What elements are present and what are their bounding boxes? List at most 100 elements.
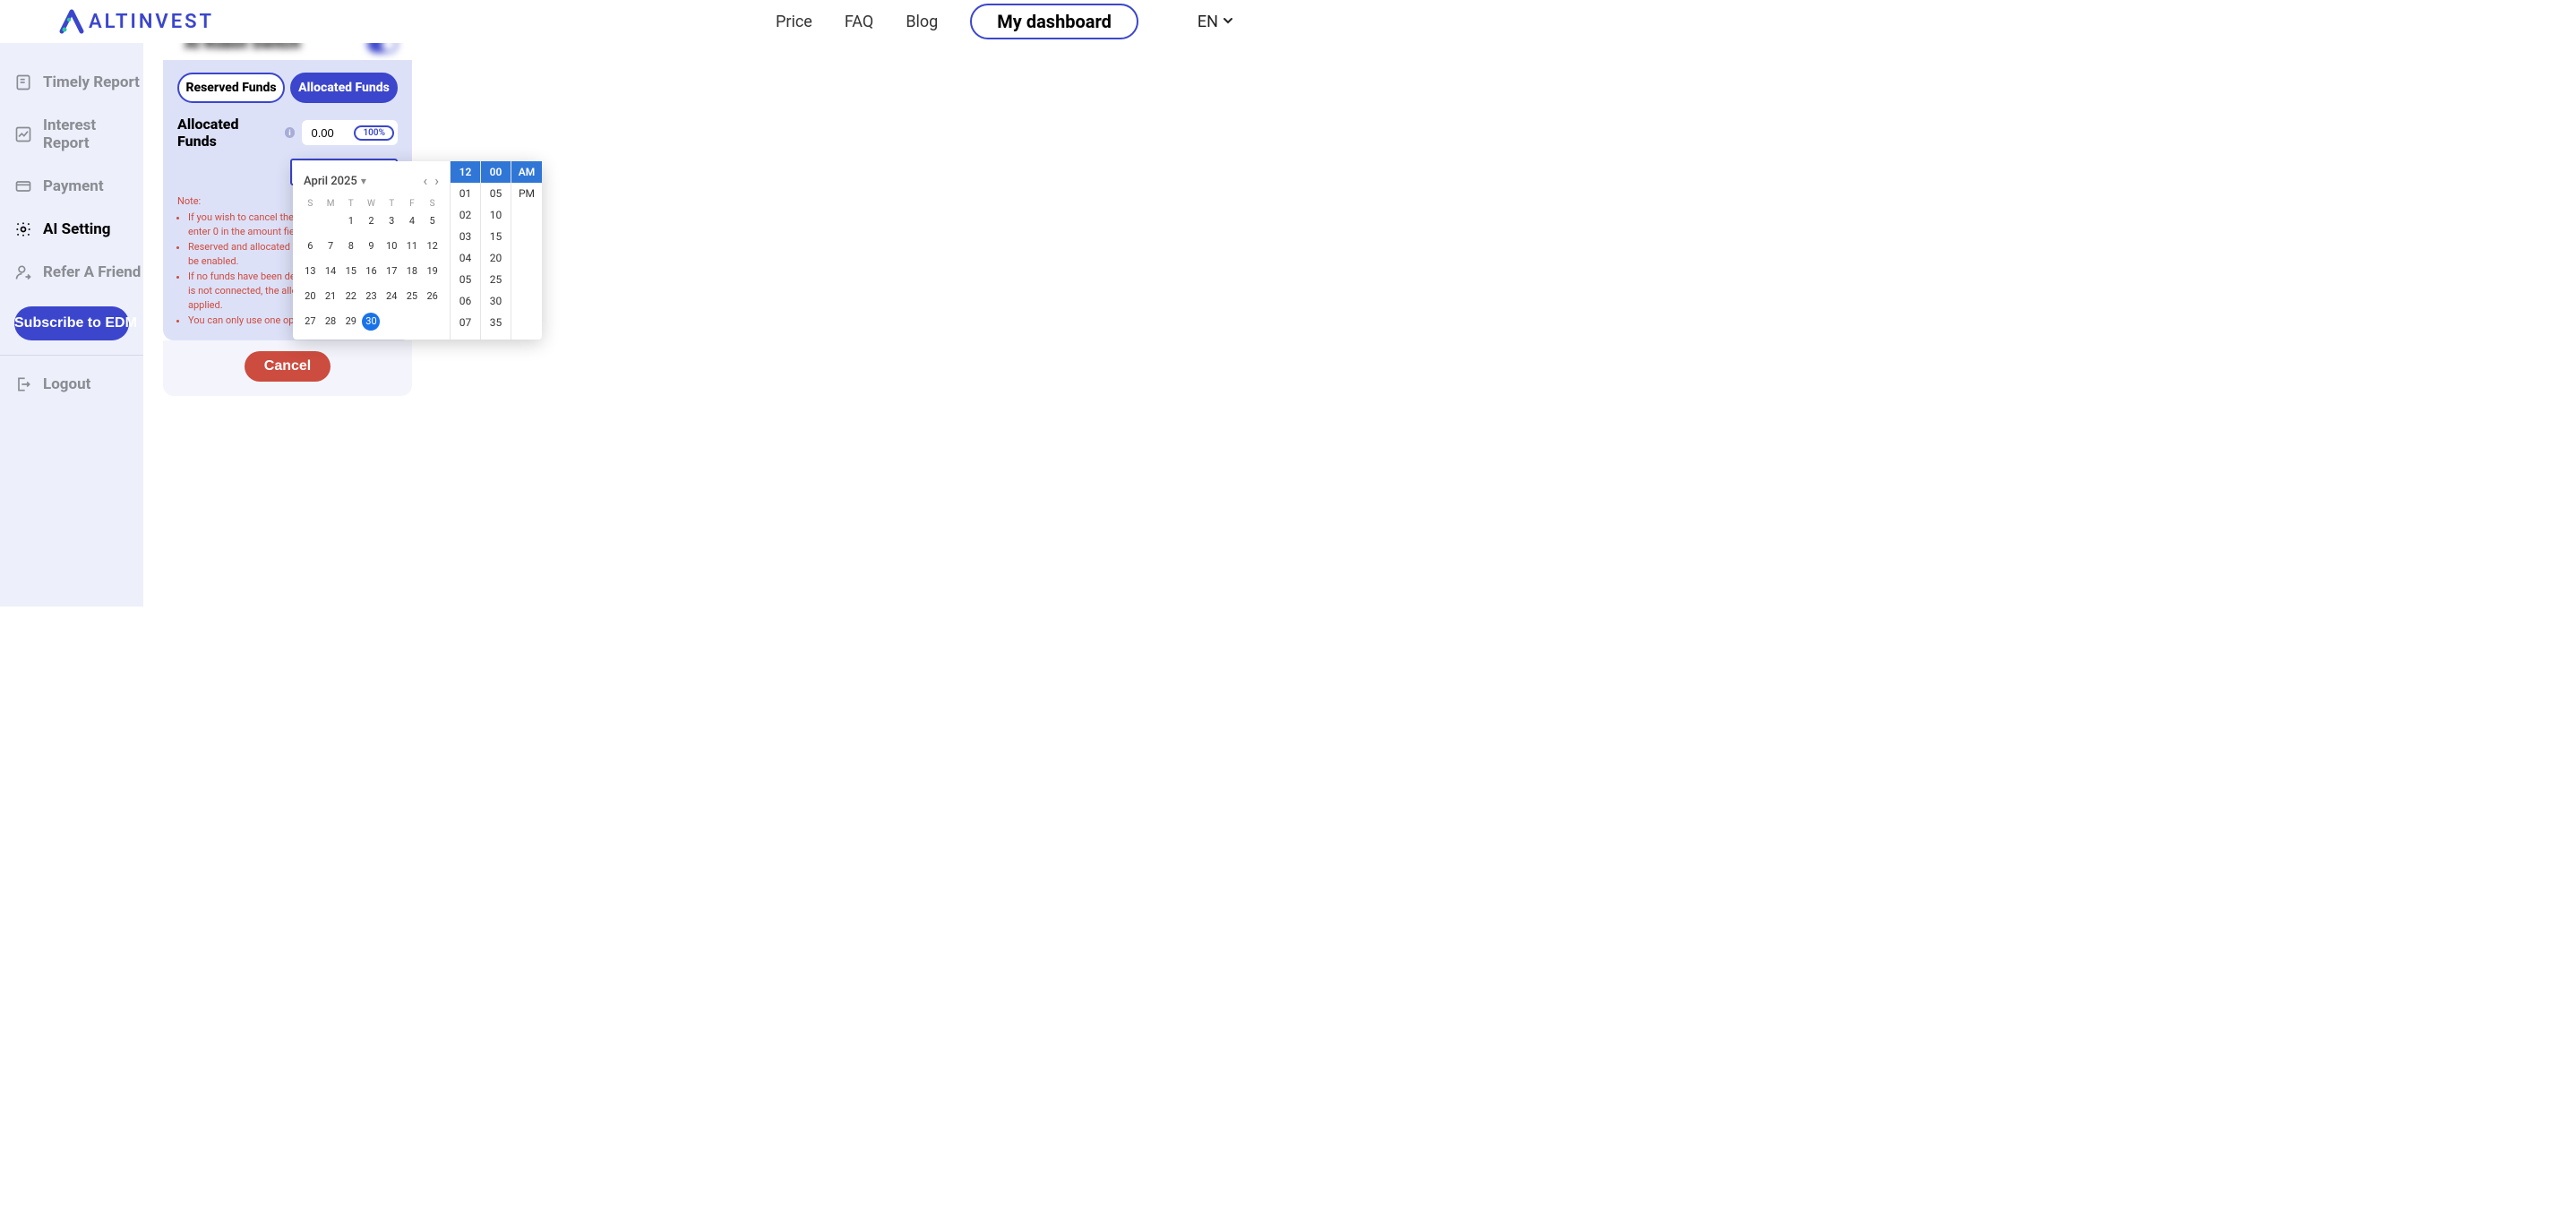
wheel-item[interactable]: 05 (451, 269, 480, 290)
calendar-day[interactable]: 9 (361, 237, 382, 255)
sidebar-item-label: Interest Report (43, 116, 143, 152)
chart-icon (14, 125, 32, 143)
calendar-day[interactable]: 5 (422, 212, 442, 230)
calendar-day[interactable]: 22 (340, 288, 361, 305)
wheel-item[interactable]: AM (511, 161, 542, 183)
calendar-month-label[interactable]: April 2025 (304, 175, 357, 188)
calendar-day[interactable]: 2 (361, 212, 382, 230)
calendar-day[interactable]: 18 (402, 262, 423, 280)
calendar-day[interactable]: 17 (382, 262, 402, 280)
minute-wheel[interactable]: 0005101520253035 (481, 161, 511, 340)
calendar-day[interactable]: 20 (300, 288, 321, 305)
language-selector[interactable]: EN (1198, 13, 1234, 31)
calendar-day[interactable]: 4 (402, 212, 423, 230)
wheel-item[interactable]: 04 (451, 247, 480, 269)
datetime-picker: April 2025 ▾ ‹ › S M T W T F S ..1234567… (293, 161, 542, 340)
wheel-item[interactable]: 35 (481, 312, 511, 333)
ampm-wheel[interactable]: AMPM (511, 161, 542, 340)
subscribe-edm-button[interactable]: Subscribe to EDM (14, 306, 129, 340)
sidebar-item-payment[interactable]: Payment (0, 165, 143, 208)
wheel-item[interactable]: 05 (481, 183, 511, 204)
wheel-item[interactable]: 10 (481, 204, 511, 226)
calendar-header: April 2025 ▾ ‹ › (300, 168, 442, 199)
calendar-day[interactable]: 26 (422, 288, 442, 305)
card-footer: Cancel (163, 340, 412, 396)
document-icon (14, 73, 32, 91)
wheel-item[interactable]: 00 (481, 161, 511, 183)
hour-wheel[interactable]: 1201020304050607 (451, 161, 481, 340)
calendar-day[interactable]: 7 (321, 237, 341, 255)
sidebar-item-refer[interactable]: Refer A Friend (0, 251, 143, 294)
wheel-item[interactable]: PM (511, 183, 542, 204)
calendar-day[interactable]: 6 (300, 237, 321, 255)
funds-tabs: Reserved Funds Allocated Funds (177, 73, 398, 103)
sidebar-item-label: Payment (43, 177, 104, 195)
gear-icon (14, 220, 32, 238)
sidebar-item-interest-report[interactable]: Interest Report (0, 104, 143, 165)
dashboard-button[interactable]: My dashboard (970, 4, 1138, 39)
calendar-day[interactable]: 16 (361, 262, 382, 280)
calendar-prev-icon[interactable]: ‹ (421, 172, 429, 190)
brand-logo[interactable]: ALTINVEST (58, 8, 214, 35)
wheel-item[interactable]: 20 (481, 247, 511, 269)
chevron-down-icon (1222, 13, 1234, 31)
calendar-day[interactable]: 30 (362, 313, 380, 331)
wheel-item[interactable]: 25 (481, 269, 511, 290)
wheel-item[interactable]: 12 (451, 161, 480, 183)
cancel-button[interactable]: Cancel (245, 351, 331, 382)
nav-links: Price FAQ Blog My dashboard EN (776, 4, 1234, 39)
calendar-day[interactable]: 28 (321, 313, 341, 331)
wheel-item[interactable]: 15 (481, 226, 511, 247)
dropdown-icon[interactable]: ▾ (361, 175, 366, 187)
calendar-day[interactable]: 23 (361, 288, 382, 305)
calendar-day[interactable]: 12 (422, 237, 442, 255)
calendar: April 2025 ▾ ‹ › S M T W T F S ..1234567… (293, 161, 451, 340)
info-icon[interactable]: i (285, 127, 296, 138)
wheel-item[interactable]: 07 (451, 312, 480, 333)
calendar-day[interactable]: 19 (422, 262, 442, 280)
top-nav: ALTINVEST Price FAQ Blog My dashboard EN (0, 0, 1288, 43)
sidebar-item-label: Refer A Friend (43, 263, 141, 281)
sidebar-item-label: AI Setting (43, 220, 111, 238)
calendar-weekdays: S M T W T F S (300, 199, 442, 209)
allocated-funds-input[interactable] (309, 125, 354, 141)
calendar-day[interactable]: 8 (340, 237, 361, 255)
calendar-day[interactable]: 13 (300, 262, 321, 280)
calendar-day[interactable]: 15 (340, 262, 361, 280)
allocated-funds-label: Allocated Funds i (177, 116, 295, 150)
wheel-item[interactable]: 06 (451, 290, 480, 312)
brand-word: ALTINVEST (89, 11, 214, 33)
calendar-day[interactable]: 10 (382, 237, 402, 255)
calendar-day[interactable]: 11 (402, 237, 423, 255)
wheel-item[interactable]: 03 (451, 226, 480, 247)
tab-allocated-funds[interactable]: Allocated Funds (290, 73, 398, 103)
wheel-item[interactable]: 02 (451, 204, 480, 226)
calendar-day[interactable]: 25 (402, 288, 423, 305)
sidebar-divider (0, 355, 143, 356)
lang-label: EN (1198, 13, 1218, 31)
calendar-day[interactable]: 27 (300, 313, 321, 331)
wheel-item[interactable]: 01 (451, 183, 480, 204)
calendar-day[interactable]: 29 (340, 313, 361, 331)
sidebar: Timely Report Interest Report Payment AI… (0, 43, 143, 606)
tab-reserved-funds[interactable]: Reserved Funds (177, 73, 285, 103)
allocated-funds-row: Allocated Funds i 100% (177, 116, 398, 150)
nav-price[interactable]: Price (776, 13, 812, 31)
sidebar-item-ai-setting[interactable]: AI Setting (0, 208, 143, 251)
calendar-day[interactable]: 21 (321, 288, 341, 305)
calendar-day[interactable]: 3 (382, 212, 402, 230)
sidebar-item-timely-report[interactable]: Timely Report (0, 61, 143, 104)
calendar-day[interactable]: 1 (340, 212, 361, 230)
wheel-item[interactable]: 30 (481, 290, 511, 312)
logout-icon (14, 375, 32, 393)
user-share-icon (14, 263, 32, 281)
sidebar-item-logout[interactable]: Logout (0, 363, 143, 406)
calendar-day[interactable]: 14 (321, 262, 341, 280)
calendar-days: ..12345678910111213141516171819202122232… (300, 212, 442, 331)
nav-faq[interactable]: FAQ (845, 13, 873, 31)
nav-blog[interactable]: Blog (906, 13, 938, 31)
pct-badge[interactable]: 100% (354, 125, 394, 141)
calendar-next-icon[interactable]: › (433, 172, 441, 190)
calendar-day[interactable]: 24 (382, 288, 402, 305)
allocated-funds-input-wrap: 100% (302, 120, 398, 145)
